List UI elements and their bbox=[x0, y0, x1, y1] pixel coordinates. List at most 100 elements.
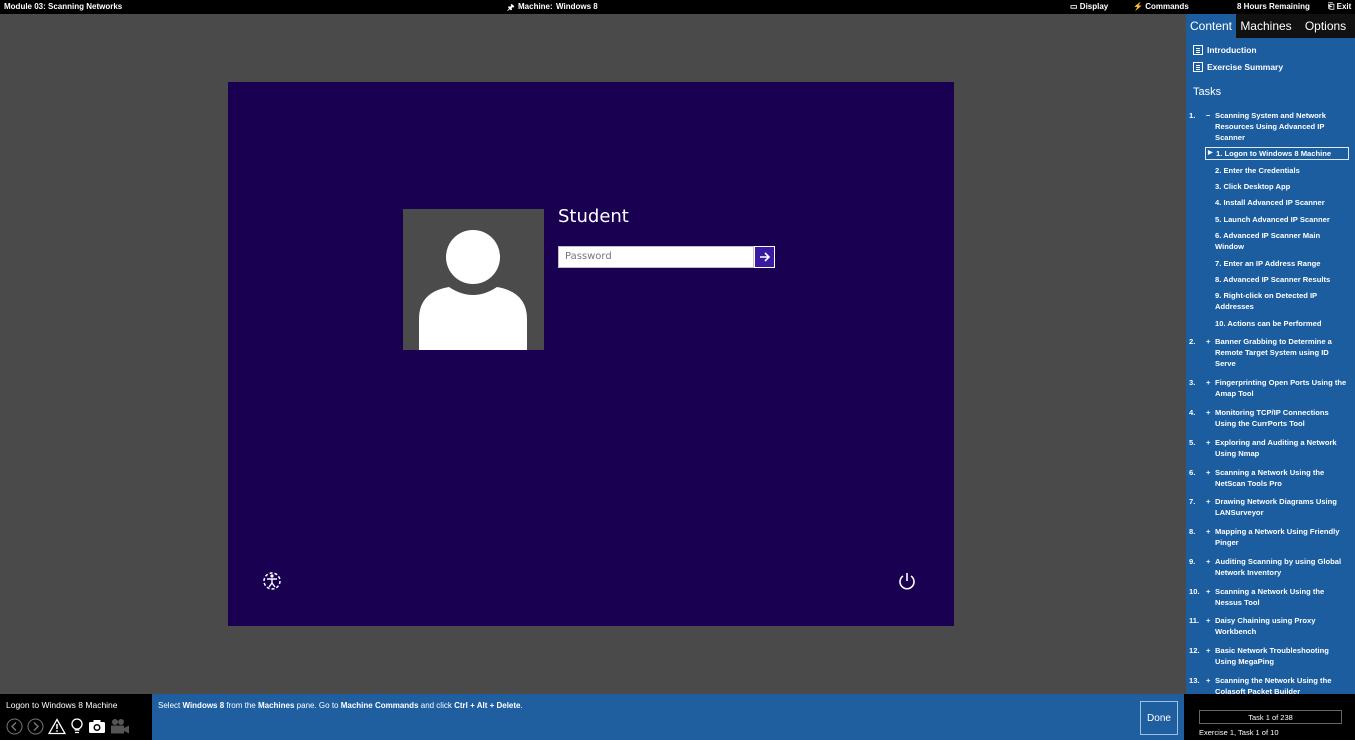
power-icon bbox=[899, 573, 915, 590]
task-number: 6. bbox=[1189, 468, 1196, 477]
subtask-item[interactable]: 6. Advanced IP Scanner Main Window bbox=[1205, 230, 1349, 252]
task-label: Scanning a Network Using the NetScan Too… bbox=[1215, 468, 1325, 488]
expand-icon[interactable]: + bbox=[1206, 675, 1210, 686]
instruction-text: from the bbox=[224, 701, 258, 710]
expand-icon[interactable]: + bbox=[1206, 586, 1210, 597]
task-label: Scanning System and Network Resources Us… bbox=[1215, 111, 1326, 142]
expand-icon[interactable]: + bbox=[1206, 407, 1210, 418]
tasks-heading: Tasks bbox=[1193, 86, 1222, 98]
task-number: 4. bbox=[1189, 408, 1196, 417]
instruction-highlight: Machine Commands bbox=[340, 701, 419, 710]
subtask-item[interactable]: 8. Advanced IP Scanner Results bbox=[1205, 274, 1349, 285]
subtask-item[interactable]: 7. Enter an IP Address Range bbox=[1205, 258, 1349, 269]
power-button[interactable] bbox=[896, 570, 918, 592]
subtask-item[interactable]: 3. Click Desktop App bbox=[1205, 181, 1349, 192]
camera-icon[interactable] bbox=[88, 718, 106, 735]
user-silhouette-icon bbox=[419, 230, 527, 350]
password-field[interactable]: Password bbox=[558, 246, 754, 268]
task-number: 7. bbox=[1189, 497, 1196, 506]
tab-machines[interactable]: Machines bbox=[1236, 14, 1296, 38]
windows-lock-screen[interactable]: Student Password bbox=[228, 82, 954, 626]
task-label: Scanning a Network Using the Nessus Tool bbox=[1215, 587, 1325, 607]
task-label: Fingerprinting Open Ports Using the Amap… bbox=[1215, 378, 1347, 398]
collapse-icon[interactable]: − bbox=[1206, 110, 1210, 121]
top-bar: Module 03: Scanning Networks 🖈 Machine: … bbox=[0, 0, 1355, 14]
current-task-label: Logon to Windows 8 Machine bbox=[6, 700, 118, 710]
expand-icon[interactable]: + bbox=[1206, 496, 1210, 507]
exercise-summary-link[interactable]: Exercise Summary bbox=[1193, 62, 1283, 72]
task-label: Auditing Scanning by using Global Networ… bbox=[1215, 557, 1342, 577]
introduction-link[interactable]: Introduction bbox=[1193, 45, 1257, 55]
task-number: 12. bbox=[1189, 646, 1200, 655]
exercise-progress: Exercise 1, Task 1 of 10 bbox=[1199, 728, 1279, 737]
task-label: Daisy Chaining using Proxy Workbench bbox=[1215, 616, 1316, 636]
bottom-toolbar bbox=[6, 718, 130, 735]
instruction-text: Select bbox=[158, 701, 183, 710]
instruction-text: and click bbox=[418, 701, 455, 710]
subtask-item[interactable]: 4. Install Advanced IP Scanner bbox=[1205, 197, 1349, 208]
username-label: Student bbox=[558, 206, 629, 227]
task-label: Banner Grabbing to Determine a Remote Ta… bbox=[1215, 337, 1332, 368]
tab-content[interactable]: Content bbox=[1186, 14, 1236, 38]
task-label: Basic Network Troubleshooting Using Mega… bbox=[1215, 646, 1329, 666]
lightbulb-icon[interactable] bbox=[70, 718, 84, 735]
expand-icon[interactable]: + bbox=[1206, 336, 1210, 347]
task-number: 5. bbox=[1189, 438, 1196, 447]
tab-options[interactable]: Options bbox=[1296, 14, 1355, 38]
module-title: Module 03: Scanning Networks bbox=[4, 2, 123, 11]
expand-icon[interactable]: + bbox=[1206, 615, 1210, 626]
vm-stage: Student Password bbox=[0, 14, 1184, 694]
expand-icon[interactable]: + bbox=[1206, 645, 1210, 656]
task-number: 10. bbox=[1189, 587, 1200, 596]
instruction-panel: Select Windows 8 from the Machines pane.… bbox=[152, 694, 1184, 740]
task-label: Mapping a Network Using Friendly Pinger bbox=[1215, 527, 1340, 547]
subtask-item[interactable]: 1. Logon to Windows 8 Machine bbox=[1205, 147, 1349, 160]
expand-icon[interactable]: + bbox=[1206, 467, 1210, 478]
task-label: Scanning the Network Using the Colasoft … bbox=[1215, 676, 1332, 694]
expand-icon[interactable]: + bbox=[1206, 556, 1210, 567]
next-icon[interactable] bbox=[27, 718, 44, 735]
instruction-highlight: Ctrl + Alt + Delete bbox=[454, 701, 521, 710]
subtask-item[interactable]: 5. Launch Advanced IP Scanner bbox=[1205, 214, 1349, 225]
task-counter: Task 1 of 238 bbox=[1199, 710, 1342, 724]
expand-icon[interactable]: + bbox=[1206, 526, 1210, 537]
task-number: 1. bbox=[1189, 111, 1196, 120]
subtask-item[interactable]: 2. Enter the Credentials bbox=[1205, 165, 1349, 176]
task-number: 8. bbox=[1189, 527, 1196, 536]
introduction-label: Introduction bbox=[1207, 45, 1257, 55]
side-panel: Content Machines Options Introduction Ex… bbox=[1186, 14, 1355, 694]
instruction-highlight: Windows 8 bbox=[182, 701, 225, 710]
commands-menu[interactable]: ⚡ Commands bbox=[1133, 2, 1189, 11]
task-label: Monitoring TCP/IP Connections Using the … bbox=[1215, 408, 1329, 428]
document-icon bbox=[1193, 62, 1203, 72]
video-camera-icon[interactable] bbox=[110, 718, 130, 735]
expand-icon[interactable]: + bbox=[1206, 377, 1210, 388]
display-menu[interactable]: ▭ Display bbox=[1070, 2, 1108, 11]
ease-of-access-icon bbox=[263, 572, 281, 590]
task-number: 3. bbox=[1189, 378, 1196, 387]
exercise-summary-label: Exercise Summary bbox=[1207, 62, 1284, 72]
exit-button[interactable]: ⎗ Exit bbox=[1328, 2, 1351, 12]
task-number: 2. bbox=[1189, 337, 1196, 346]
display-label: Display bbox=[1079, 2, 1109, 11]
panel-tabs: Content Machines Options bbox=[1186, 14, 1355, 38]
previous-icon[interactable] bbox=[6, 718, 23, 735]
subtask-item[interactable]: 10. Actions can be Performed bbox=[1205, 318, 1349, 329]
machine-name[interactable]: Windows 8 bbox=[556, 2, 598, 11]
exit-label: Exit bbox=[1336, 2, 1352, 11]
time-remaining: 8 Hours Remaining bbox=[1237, 2, 1310, 11]
bottom-bar: Logon to Windows 8 Machine Select Window… bbox=[0, 694, 1355, 740]
lightning-icon: ⚡ bbox=[1133, 2, 1143, 11]
subtask-item[interactable]: 9. Right-click on Detected IP Addresses bbox=[1205, 290, 1349, 312]
ease-of-access-button[interactable] bbox=[261, 570, 283, 592]
task-number: 11. bbox=[1189, 616, 1200, 625]
expand-icon[interactable]: + bbox=[1206, 437, 1210, 448]
instruction-text: pane. Go to bbox=[294, 701, 341, 710]
task-number: 13. bbox=[1189, 676, 1200, 685]
exit-icon: ⎗ bbox=[1328, 2, 1335, 11]
warning-icon[interactable] bbox=[48, 718, 66, 735]
done-button[interactable]: Done bbox=[1140, 701, 1178, 735]
submit-password-button[interactable] bbox=[754, 246, 775, 268]
commands-label: Commands bbox=[1145, 2, 1189, 11]
task-label: Exploring and Auditing a Network Using N… bbox=[1215, 438, 1337, 458]
